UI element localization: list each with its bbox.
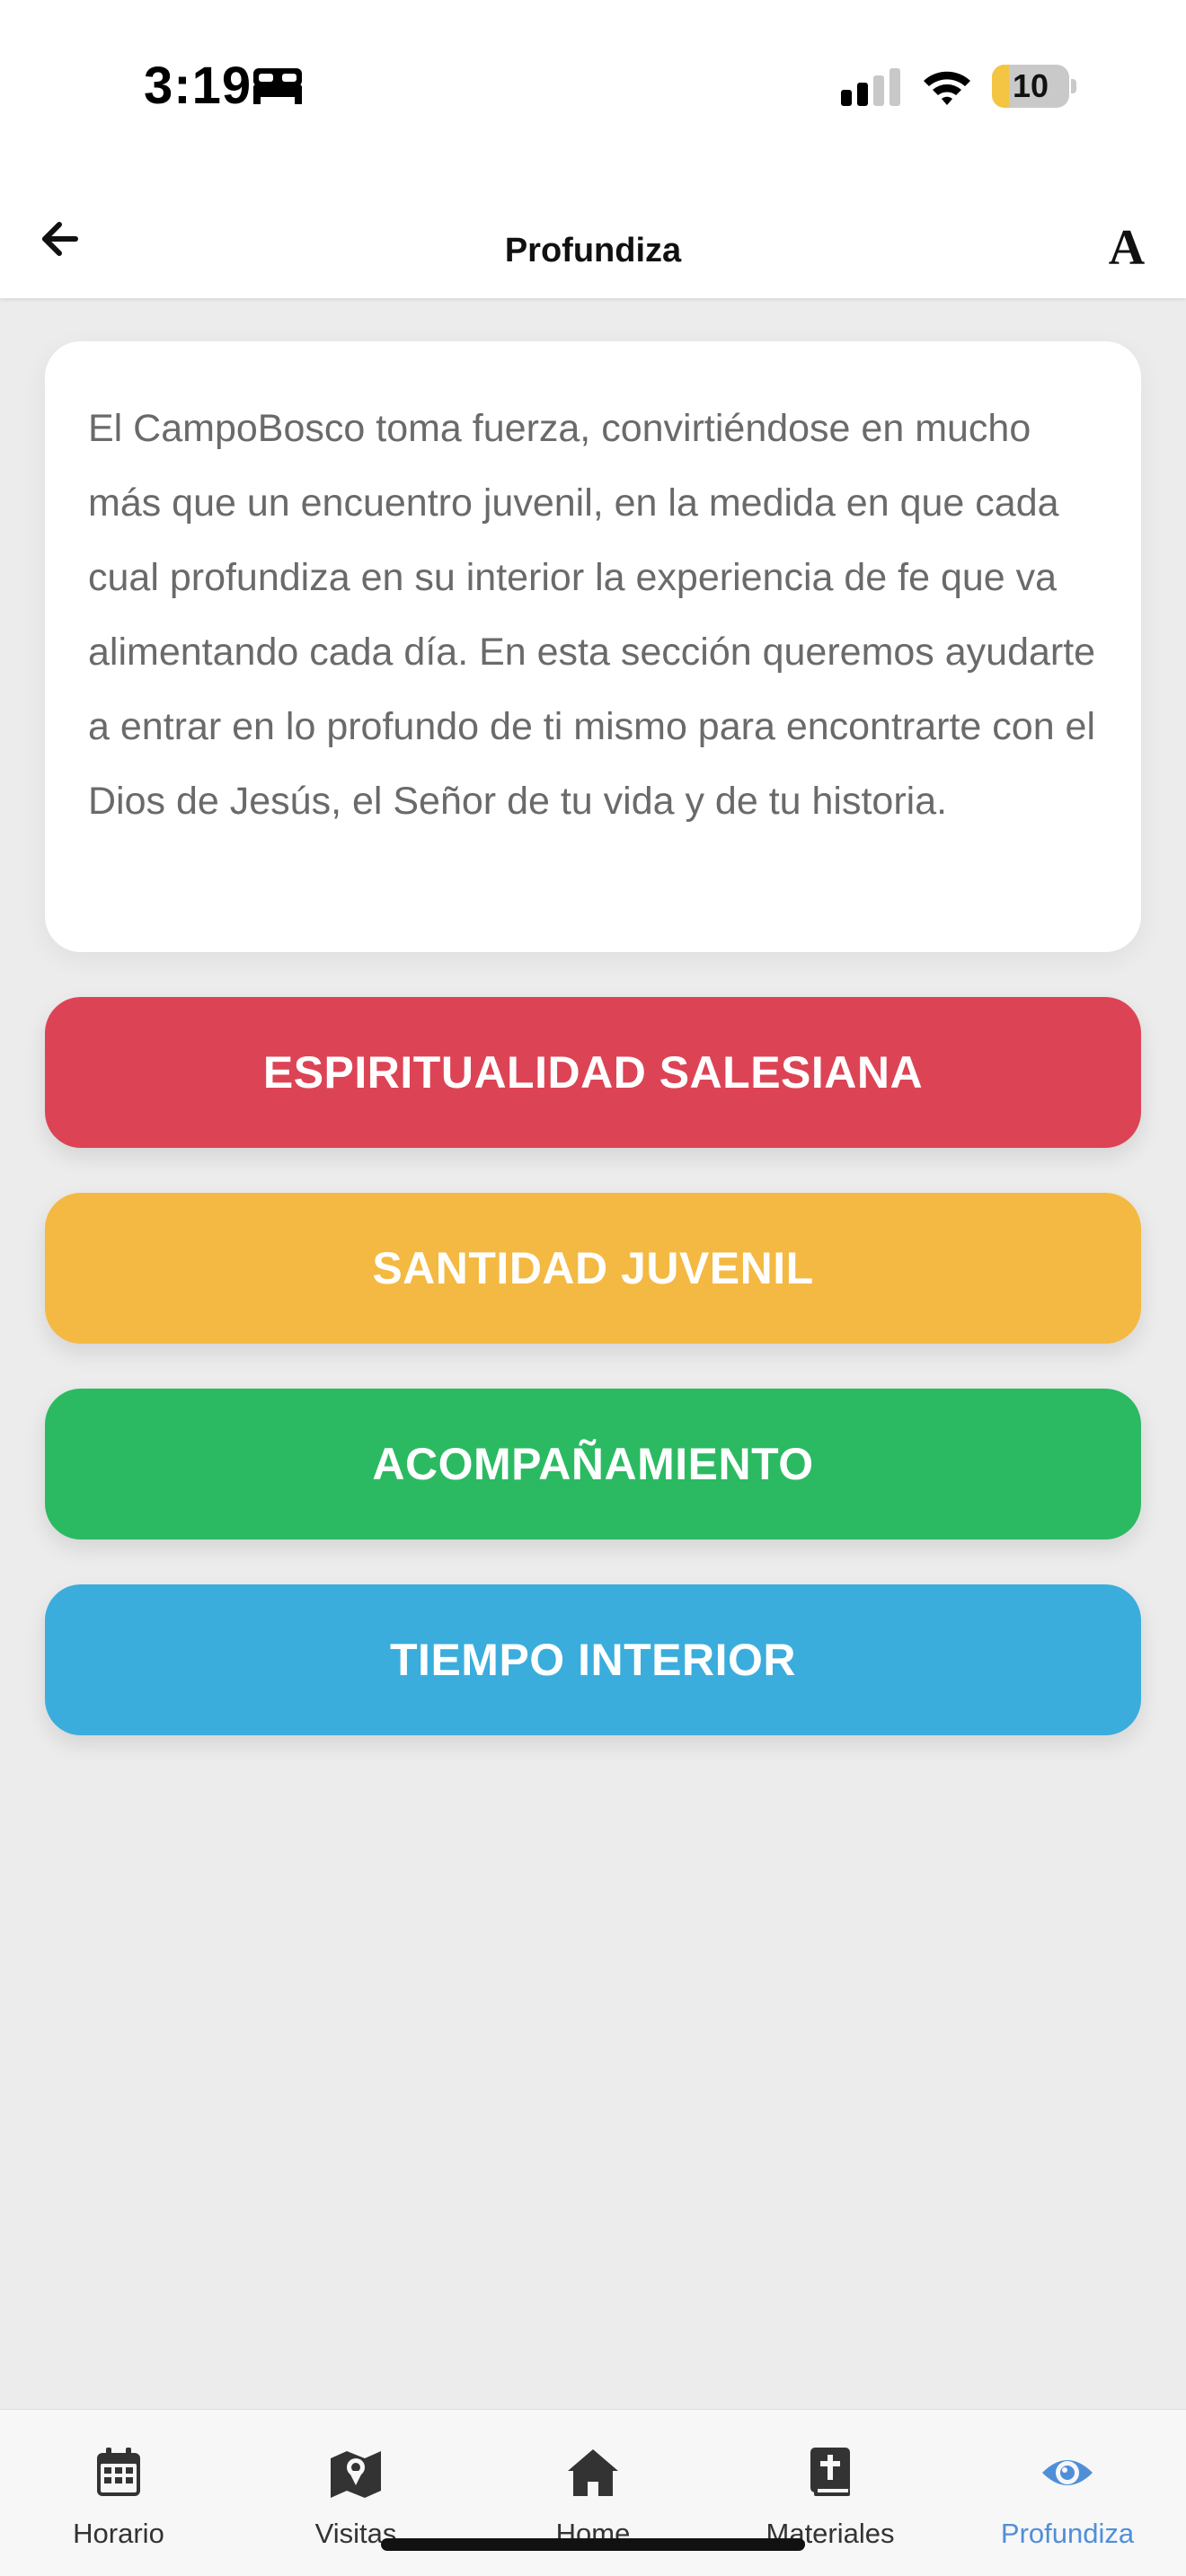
- tab-horario[interactable]: Horario: [0, 2410, 237, 2576]
- santidad-juvenil-button[interactable]: SANTIDAD JUVENIL: [45, 1193, 1141, 1344]
- section-label: SANTIDAD JUVENIL: [372, 1243, 814, 1293]
- calendar-icon: [97, 2448, 140, 2496]
- map-icon: [331, 2451, 381, 2498]
- intro-text: El CampoBosco toma fuerza, convirtiéndos…: [88, 407, 1096, 823]
- bed-icon: [253, 68, 302, 104]
- eye-icon: [1042, 2460, 1093, 2485]
- tab-bar: Horario Visitas Home Materiales Profundi…: [0, 2409, 1186, 2576]
- section-label: ESPIRITUALIDAD SALESIANA: [262, 1047, 924, 1098]
- tiempo-interior-button[interactable]: TIEMPO INTERIOR: [45, 1584, 1141, 1735]
- section-label: ACOMPAÑAMIENTO: [372, 1439, 814, 1489]
- status-bar: 3:19 10: [0, 0, 1186, 180]
- page-title: Profundiza: [504, 232, 682, 269]
- status-time: 3:19: [144, 57, 252, 115]
- wifi-icon: [924, 71, 970, 105]
- nav-header: Profundiza A: [0, 180, 1186, 298]
- home-indicator: [381, 2538, 805, 2551]
- home-icon: [568, 2449, 618, 2496]
- screen: 3:19 10 Profundiza A El CampoBosco toma …: [0, 0, 1186, 2576]
- tab-home[interactable]: Home: [474, 2410, 712, 2576]
- section-label: TIEMPO INTERIOR: [390, 1635, 796, 1685]
- tab-label: Horario: [73, 2518, 164, 2549]
- tab-materiales[interactable]: Materiales: [712, 2410, 949, 2576]
- tab-visitas[interactable]: Visitas: [237, 2410, 474, 2576]
- tab-profundiza[interactable]: Profundiza: [949, 2410, 1186, 2576]
- font-size-button[interactable]: A: [1100, 221, 1154, 275]
- bible-icon: [810, 2448, 850, 2496]
- intro-card: El CampoBosco toma fuerza, convirtiéndos…: [45, 341, 1141, 952]
- font-size-icon: A: [1108, 220, 1146, 276]
- back-button[interactable]: [32, 212, 86, 266]
- cellular-signal-icon: [841, 68, 900, 106]
- battery-icon: 10: [992, 65, 1076, 108]
- arrow-left-icon: [42, 222, 78, 256]
- espiritualidad-salesiana-button[interactable]: ESPIRITUALIDAD SALESIANA: [45, 997, 1141, 1148]
- acompanamiento-button[interactable]: ACOMPAÑAMIENTO: [45, 1389, 1141, 1539]
- tab-label: Profundiza: [1000, 2518, 1135, 2549]
- battery-level: 10: [1012, 67, 1049, 104]
